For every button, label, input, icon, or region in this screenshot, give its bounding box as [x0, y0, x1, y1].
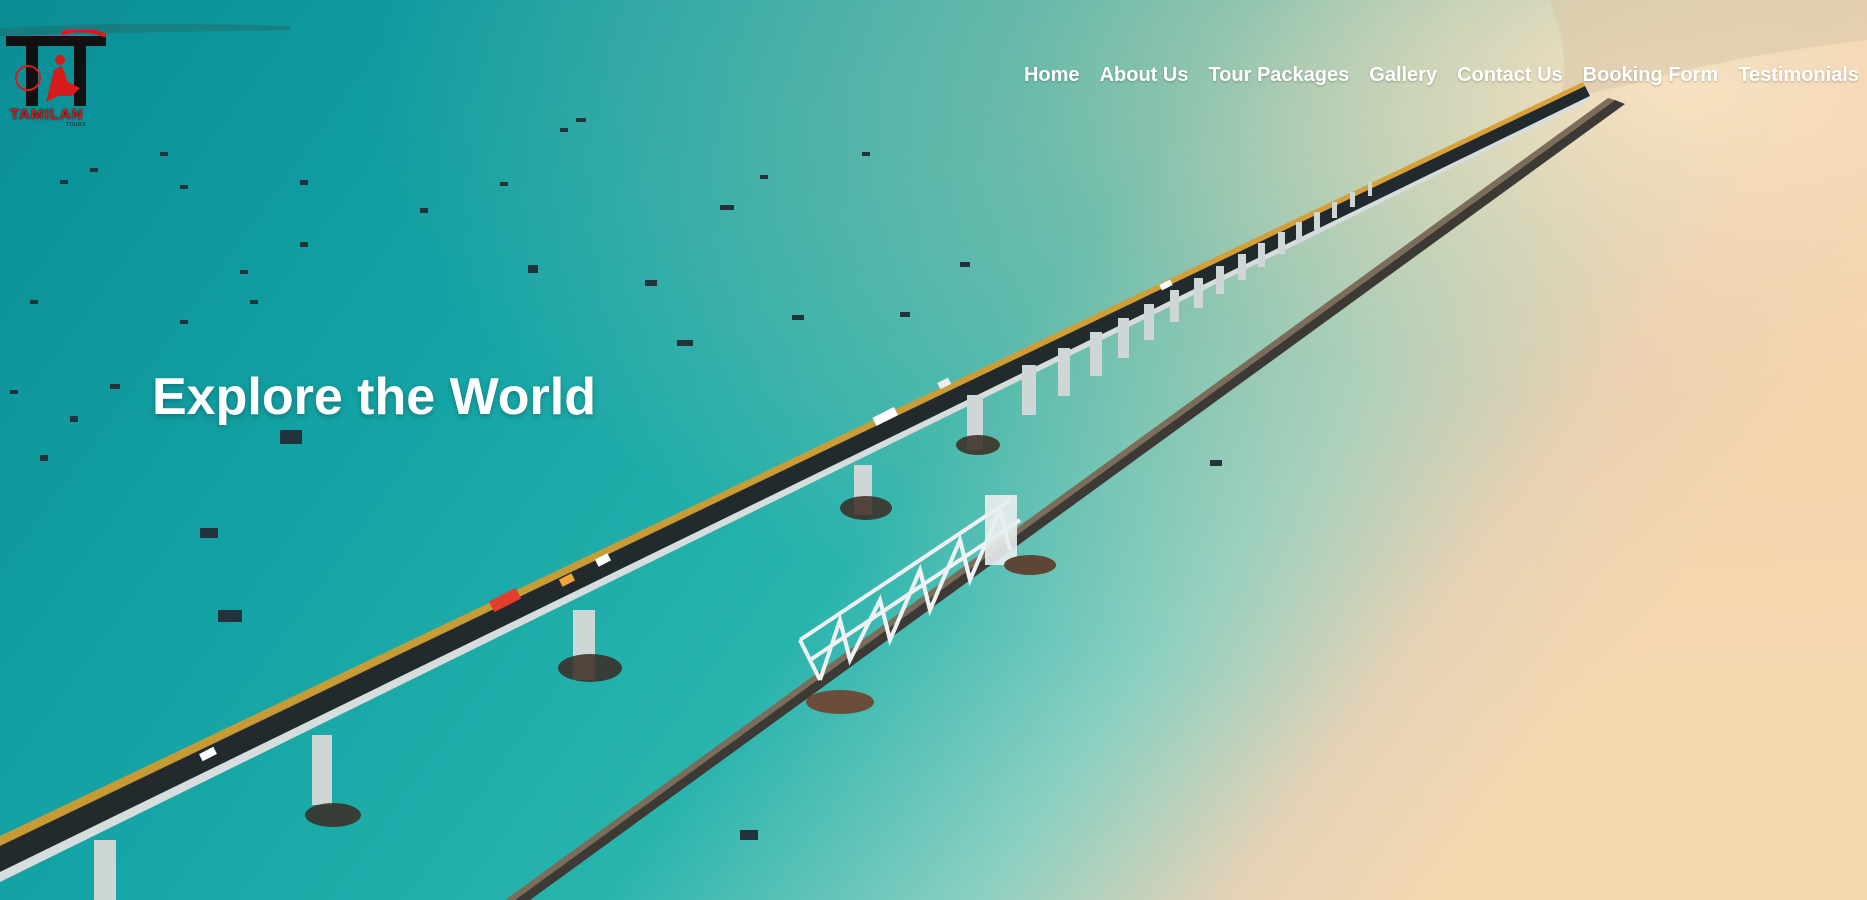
- hero-headline: Explore the World: [152, 367, 596, 426]
- nav-gallery-link[interactable]: Gallery: [1369, 64, 1437, 87]
- main-nav: Home About Us Tour Packages Gallery Cont…: [1024, 64, 1859, 87]
- hero-background-image: [0, 0, 1867, 900]
- nav-tour-packages-link[interactable]: Tour Packages: [1208, 64, 1349, 87]
- nav-home-link[interactable]: Home: [1024, 64, 1080, 87]
- nav-booking-form-link[interactable]: Booking Form: [1583, 64, 1719, 87]
- nav-testimonials-link[interactable]: Testimonials: [1738, 64, 1859, 87]
- nav-about-link[interactable]: About Us: [1100, 64, 1189, 87]
- logo-subtitle: TOURS: [66, 122, 86, 128]
- logo-name: TAMILAN: [10, 106, 84, 123]
- hero-section: TAMILAN TOURS Home About Us Tour Package…: [0, 0, 1867, 900]
- nav-contact-link[interactable]: Contact Us: [1457, 64, 1563, 87]
